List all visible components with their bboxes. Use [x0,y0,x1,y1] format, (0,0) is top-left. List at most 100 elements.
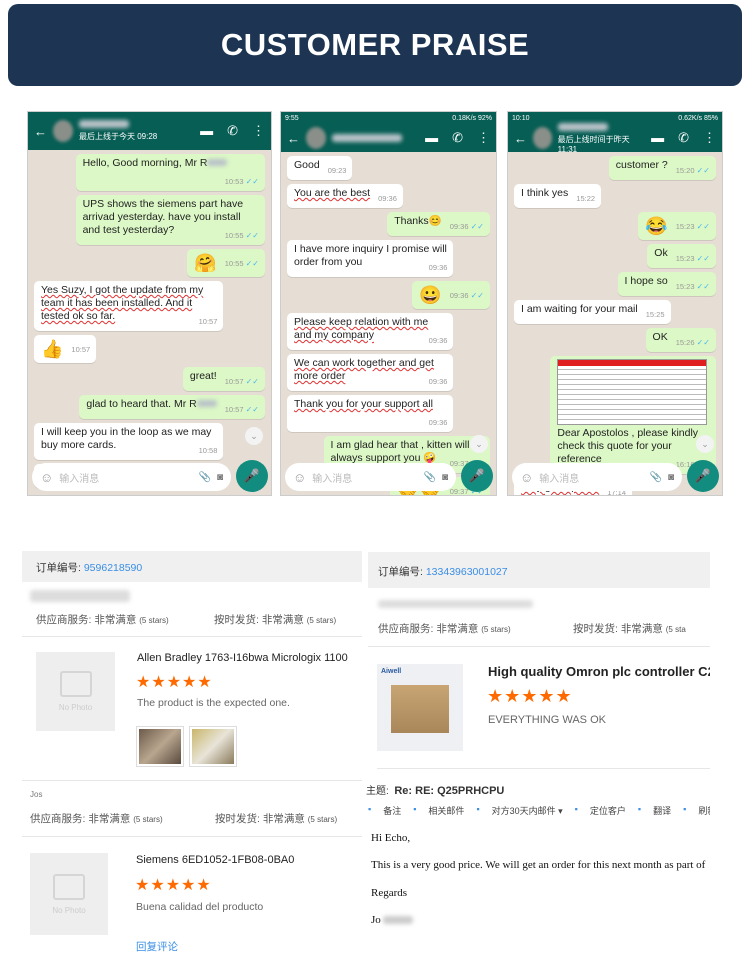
emoji-icon[interactable]: ☺ [520,470,533,485]
contact-name [79,120,129,128]
video-call-icon[interactable]: ▬ [651,130,664,146]
message-time: 09:37 [449,487,469,496]
message-bubble[interactable]: Thank you for your support all 09:36 [287,395,454,432]
camera-icon[interactable]: ◙ [217,472,223,483]
message-text: Please keep relation with me and my comp… [294,316,429,341]
more-menu-icon[interactable]: ⋮ [477,130,490,146]
video-call-icon[interactable]: ▬ [425,130,438,146]
message-time: 09:36 [428,336,448,345]
service-rating-stars: (5 stars) [133,815,163,824]
email-toolbar-button[interactable]: 对方30天内邮件 ▾ [492,804,563,817]
blurred-text [196,400,217,407]
review-photo[interactable] [137,727,183,766]
review-comment: Buena calidad del producto [136,901,264,913]
shipping-rating: 按时发货: 非常满意 [573,623,663,635]
message-bubble[interactable]: great! 10:57 ✓✓ [182,367,265,391]
review-comment: EVERYTHING WAS OK [488,714,606,726]
message-text: Hello, Good morning, Mr R [82,157,208,169]
message-bubble[interactable]: customer ? 15:20 ✓✓ [608,156,716,180]
more-menu-icon[interactable]: ⋮ [252,123,265,139]
phone-call-icon[interactable]: ✆ [227,123,238,139]
message-bubble[interactable]: OK 15:26 ✓✓ [645,328,716,352]
message-bubble[interactable]: Good 09:23 [287,156,353,180]
message-bubble[interactable]: Please keep relation with me and my comp… [287,313,454,350]
quote-image[interactable] [557,359,708,425]
camera-icon[interactable]: ◙ [442,472,448,483]
read-receipt-icon: ✓✓ [245,377,259,386]
message-bubble[interactable]: 😀 09:36 ✓✓ [412,281,490,309]
email-toolbar-button[interactable]: 备注 [383,804,401,817]
scroll-down-icon[interactable]: ⌄ [245,427,263,445]
message-time: 10:53 [224,177,244,186]
message-bubble[interactable]: UPS shows the siemens part have arrivad … [75,195,265,245]
message-bubble[interactable]: You are the best 09:36 [287,184,403,208]
attach-icon[interactable]: 📎 [199,472,211,483]
email-toolbar-button[interactable]: 翻译 [653,804,671,817]
email-toolbar-button[interactable]: 定位客户 [590,804,626,817]
message-bubble[interactable]: glad to heard that. Mr R 10:57 ✓✓ [79,395,265,419]
product-image-placeholder: No Photo [30,853,108,935]
product-title[interactable]: High quality Omron plc controller C2 [488,664,710,679]
message-bubble[interactable]: I think yes 15:22 [514,184,602,208]
back-arrow-icon[interactable]: ← [287,131,300,146]
email-toolbar-button[interactable]: 刷新 [698,804,710,817]
message-text: 😂 [645,216,668,236]
message-time: 09:36 [428,263,448,272]
status-time: 10:10 [512,114,530,122]
message-bubble[interactable]: We can work together and get more order 0… [287,354,454,391]
message-time: 10:57 [224,377,244,386]
avatar[interactable] [533,127,552,149]
star-rating: ★★★★★ [135,877,212,894]
message-bubble[interactable]: I have more inquiry I promise will order… [287,240,454,277]
mic-button[interactable]: 🎤 [461,460,493,492]
mic-button[interactable]: 🎤 [236,460,268,492]
avatar[interactable] [53,120,73,142]
emoji-icon[interactable]: ☺ [293,470,306,485]
phone-call-icon[interactable]: ✆ [678,130,689,146]
reply-review-link[interactable]: 回复评论 [136,939,178,954]
message-bubble[interactable]: Hello, Good morning, Mr R 10:53 ✓✓ [75,154,265,191]
message-bubble[interactable]: Thanks😊 09:36 ✓✓ [387,212,490,236]
toolbar-icon: ▪ [368,804,372,814]
back-arrow-icon[interactable]: ← [514,131,527,146]
product-title[interactable]: Siemens 6ED1052-1FB08-0BA0 [136,854,294,866]
scroll-down-icon[interactable]: ⌄ [470,435,488,453]
message-bubble[interactable]: Ok 15:23 ✓✓ [647,244,716,268]
order-number-link[interactable]: 9596218590 [84,562,142,574]
phone-call-icon[interactable]: ✆ [452,130,463,146]
message-input[interactable]: ☺ 输入消息 📎 ◙ [285,463,456,491]
message-bubble[interactable]: Dear Apostolos , please kindly check thi… [550,356,716,474]
shipping-rating-stars: (5 stars) [306,616,337,625]
read-receipt-icon: ✓✓ [245,177,259,186]
attach-icon[interactable]: 📎 [650,472,662,483]
avatar[interactable] [306,127,326,149]
video-call-icon[interactable]: ▬ [200,123,213,139]
message-input[interactable]: ☺ 输入消息 📎 ◙ [512,463,682,491]
message-bubble[interactable]: 😂 15:23 ✓✓ [638,212,716,240]
back-arrow-icon[interactable]: ← [34,124,47,139]
scroll-down-icon[interactable]: ⌄ [696,435,714,453]
message-bubble[interactable]: I will keep you in the loop as we may bu… [34,423,224,460]
product-title[interactable]: Allen Bradley 1763-I16bwa Micrologix 110… [137,652,348,664]
email-greeting: Hi Echo, [371,832,411,844]
order-number-link[interactable]: 13343963001027 [426,566,508,578]
emoji-icon[interactable]: ☺ [40,470,53,485]
toolbar-icon: ▪ [574,804,578,814]
chat-header: ← ▬ ✆ ⋮ [281,124,496,152]
more-menu-icon[interactable]: ⋮ [703,130,716,146]
message-bubble[interactable]: 👍 10:57 [34,335,97,363]
message-text: We can work together and get more order [294,357,434,382]
message-bubble[interactable]: 🤗 10:55 ✓✓ [187,249,265,277]
mic-button[interactable]: 🎤 [687,460,719,492]
message-text: I hope so [624,275,668,287]
message-bubble[interactable]: I am waiting for your mail 15:25 [514,300,671,324]
attach-icon[interactable]: 📎 [424,472,436,483]
message-input[interactable]: ☺ 输入消息 📎 ◙ [32,463,231,491]
camera-icon[interactable]: ◙ [668,472,674,483]
message-bubble[interactable]: Yes Suzy, I got the update from my team … [34,281,224,331]
message-time: 10:57 [71,345,91,354]
message-bubble[interactable]: I hope so 15:23 ✓✓ [617,272,716,296]
read-receipt-icon: ✓✓ [696,222,710,231]
review-photo[interactable] [190,727,236,766]
email-toolbar-button[interactable]: 相关邮件 [428,804,464,817]
